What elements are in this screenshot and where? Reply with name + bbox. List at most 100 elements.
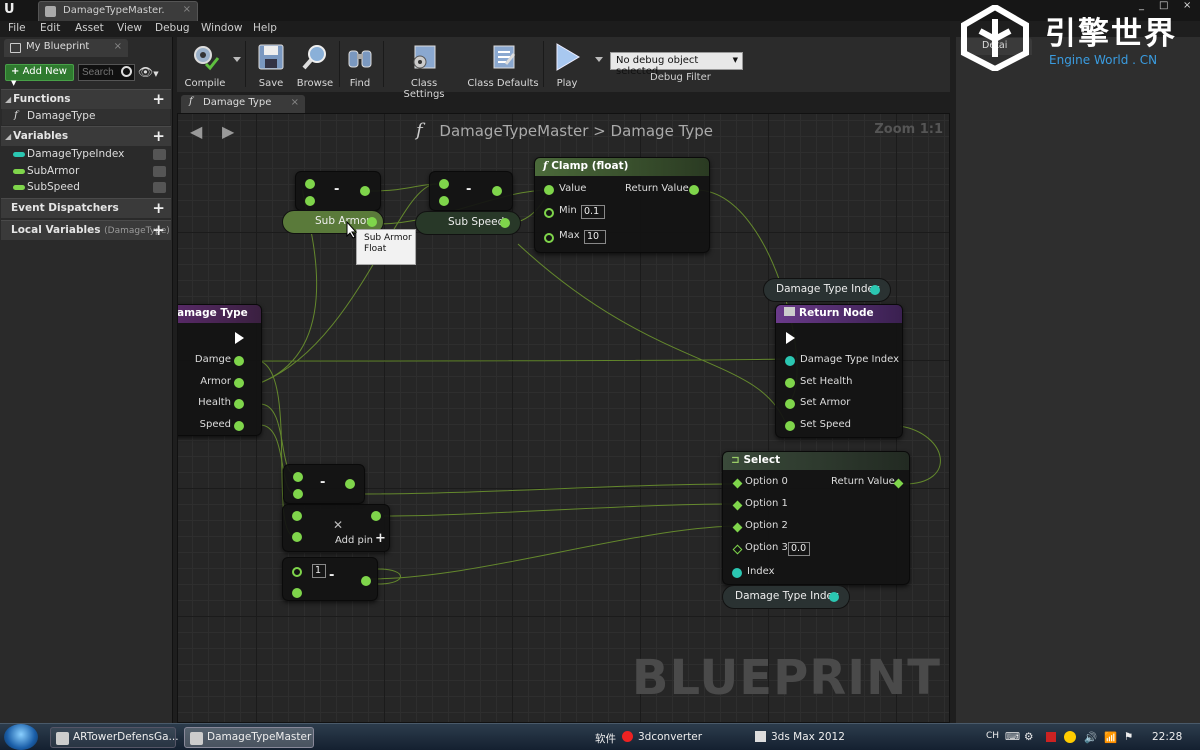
- play-button[interactable]: Play: [547, 39, 587, 89]
- subtract-node[interactable]: -: [295, 171, 381, 211]
- exec-output-pin[interactable]: [235, 332, 244, 344]
- min-value-field[interactable]: 0.1: [581, 205, 605, 219]
- menu-edit[interactable]: Edit: [40, 22, 60, 34]
- compile-button[interactable]: Compile: [181, 39, 229, 89]
- start-button-icon[interactable]: [4, 724, 38, 750]
- compile-options-arrow[interactable]: [233, 57, 241, 62]
- constant-value-field[interactable]: 1: [312, 564, 326, 578]
- damge-output-pin[interactable]: [234, 356, 244, 366]
- output-pin[interactable]: [829, 592, 839, 602]
- taskbar-item-artowerdefense[interactable]: ARTowerDefensGa...: [50, 727, 179, 748]
- collapse-triangle-icon[interactable]: ◢: [5, 132, 11, 141]
- return-value-pin[interactable]: [689, 185, 699, 195]
- tray-app-icon[interactable]: [1064, 731, 1076, 743]
- taskbar-3dsmax-label[interactable]: 3ds Max 2012: [771, 731, 845, 743]
- clamp-float-node[interactable]: f Clamp (float) Value Return Value Min 0…: [534, 157, 710, 253]
- health-output-pin[interactable]: [234, 399, 244, 409]
- output-pin[interactable]: [371, 511, 381, 521]
- input-pin[interactable]: [292, 511, 302, 521]
- functions-section-header[interactable]: ◢ Functions +: [1, 89, 171, 109]
- index-input-pin[interactable]: [732, 568, 742, 578]
- add-pin-plus-icon[interactable]: +: [375, 531, 386, 546]
- clock[interactable]: 22:28: [1152, 731, 1182, 743]
- antivirus-icon[interactable]: [1046, 732, 1056, 742]
- collapse-triangle-icon[interactable]: ◢: [5, 95, 11, 104]
- value-input-pin[interactable]: [544, 185, 554, 195]
- sub-speed-getter-node[interactable]: Sub Speed: [415, 211, 521, 235]
- subtract-node[interactable]: -: [429, 171, 513, 211]
- speaker-icon[interactable]: 🔊: [1084, 731, 1097, 744]
- output-pin[interactable]: [360, 186, 370, 196]
- subtract-node[interactable]: -: [283, 464, 365, 504]
- add-node[interactable]: ✕ Add pin +: [282, 504, 390, 552]
- output-pin[interactable]: [361, 576, 371, 586]
- find-button[interactable]: Find: [343, 39, 377, 89]
- add-pin-label[interactable]: Add pin: [335, 535, 373, 546]
- select-node[interactable]: ⊐ Select Option 0 Return Value Option 1 …: [722, 451, 910, 585]
- input-pin[interactable]: [439, 196, 449, 206]
- function-item-damagetype[interactable]: f DamageType: [2, 109, 170, 125]
- play-options-arrow[interactable]: [595, 57, 603, 62]
- output-pin[interactable]: [345, 479, 355, 489]
- add-new-button[interactable]: + Add New ▼: [5, 64, 74, 87]
- close-icon[interactable]: ×: [291, 97, 299, 108]
- input-pin[interactable]: [293, 489, 303, 499]
- multiply-node[interactable]: 1 -: [282, 557, 378, 601]
- remove-pin-icon[interactable]: ✕: [333, 518, 343, 532]
- browse-button[interactable]: Browse: [295, 39, 335, 89]
- max-value-field[interactable]: 10: [584, 230, 606, 244]
- settings-gear-icon[interactable]: ⚙: [1024, 731, 1033, 743]
- option-3-value-field[interactable]: 0.0: [788, 542, 810, 556]
- output-pin[interactable]: [492, 186, 502, 196]
- input-pin[interactable]: [305, 196, 315, 206]
- return-value-pin[interactable]: [893, 478, 904, 489]
- add-dispatcher-icon[interactable]: +: [152, 199, 165, 217]
- output-pin[interactable]: [500, 218, 510, 228]
- close-icon[interactable]: ×: [183, 4, 191, 15]
- variable-item-subspeed[interactable]: SubSpeed: [2, 180, 170, 196]
- menu-view[interactable]: View: [117, 22, 142, 34]
- option-0-pin[interactable]: [732, 478, 743, 489]
- menu-asset[interactable]: Asset: [75, 22, 104, 34]
- document-tab[interactable]: DamageTypeMaster. ×: [38, 1, 198, 21]
- option-1-pin[interactable]: [732, 500, 743, 511]
- debug-object-select[interactable]: No debug object selected ▼: [610, 52, 743, 77]
- add-variable-icon[interactable]: +: [152, 127, 165, 145]
- input-pin[interactable]: [305, 179, 315, 189]
- visibility-eye-icon[interactable]: [153, 166, 166, 177]
- taskbar-item-damagetypemaster[interactable]: DamageTypeMaster: [184, 727, 314, 748]
- input-pin[interactable]: [439, 179, 449, 189]
- menu-file[interactable]: File: [8, 22, 26, 34]
- add-function-icon[interactable]: +: [152, 90, 165, 108]
- class-settings-button[interactable]: Class Settings: [389, 39, 459, 100]
- blueprint-graph-canvas[interactable]: ◀ ▶ f DamageTypeMaster > Damage Type Zoo…: [177, 113, 950, 723]
- damage-type-index-getter-node[interactable]: Damage Type Index: [722, 585, 850, 609]
- flag-icon[interactable]: ⚑: [1124, 731, 1133, 743]
- menu-window[interactable]: Window: [201, 22, 242, 34]
- variable-item-subarmor[interactable]: SubArmor: [2, 164, 170, 180]
- variable-item-damagetypeindex[interactable]: DamageTypeIndex: [2, 147, 170, 163]
- input-pin[interactable]: [293, 472, 303, 482]
- min-input-pin[interactable]: [544, 208, 554, 218]
- speed-output-pin[interactable]: [234, 421, 244, 431]
- input-pin[interactable]: [292, 588, 302, 598]
- class-defaults-button[interactable]: Class Defaults: [467, 39, 539, 89]
- my-blueprint-tab[interactable]: My Blueprint ×: [4, 39, 128, 57]
- taskbar-3dconverter-label[interactable]: 3dconverter: [638, 731, 702, 743]
- damage-type-index-input-pin[interactable]: [785, 356, 795, 366]
- exec-input-pin[interactable]: [786, 332, 795, 344]
- keyboard-icon[interactable]: ⌨: [1005, 731, 1020, 743]
- output-pin[interactable]: [870, 285, 880, 295]
- input-pin[interactable]: [292, 567, 302, 577]
- max-input-pin[interactable]: [544, 233, 554, 243]
- menu-help[interactable]: Help: [253, 22, 277, 34]
- set-armor-input-pin[interactable]: [785, 399, 795, 409]
- graph-tab-damage-type[interactable]: f Damage Type ×: [181, 95, 305, 113]
- visibility-eye-icon[interactable]: [153, 149, 166, 160]
- save-button[interactable]: Save: [253, 39, 289, 89]
- damage-type-index-getter-node[interactable]: Damage Type Index: [763, 278, 891, 302]
- return-node[interactable]: Return Node Damage Type Index Set Health…: [775, 304, 903, 438]
- menu-debug[interactable]: Debug: [155, 22, 190, 34]
- taskbar-software-label[interactable]: 软件: [595, 731, 616, 746]
- add-local-variable-icon[interactable]: +: [152, 221, 165, 239]
